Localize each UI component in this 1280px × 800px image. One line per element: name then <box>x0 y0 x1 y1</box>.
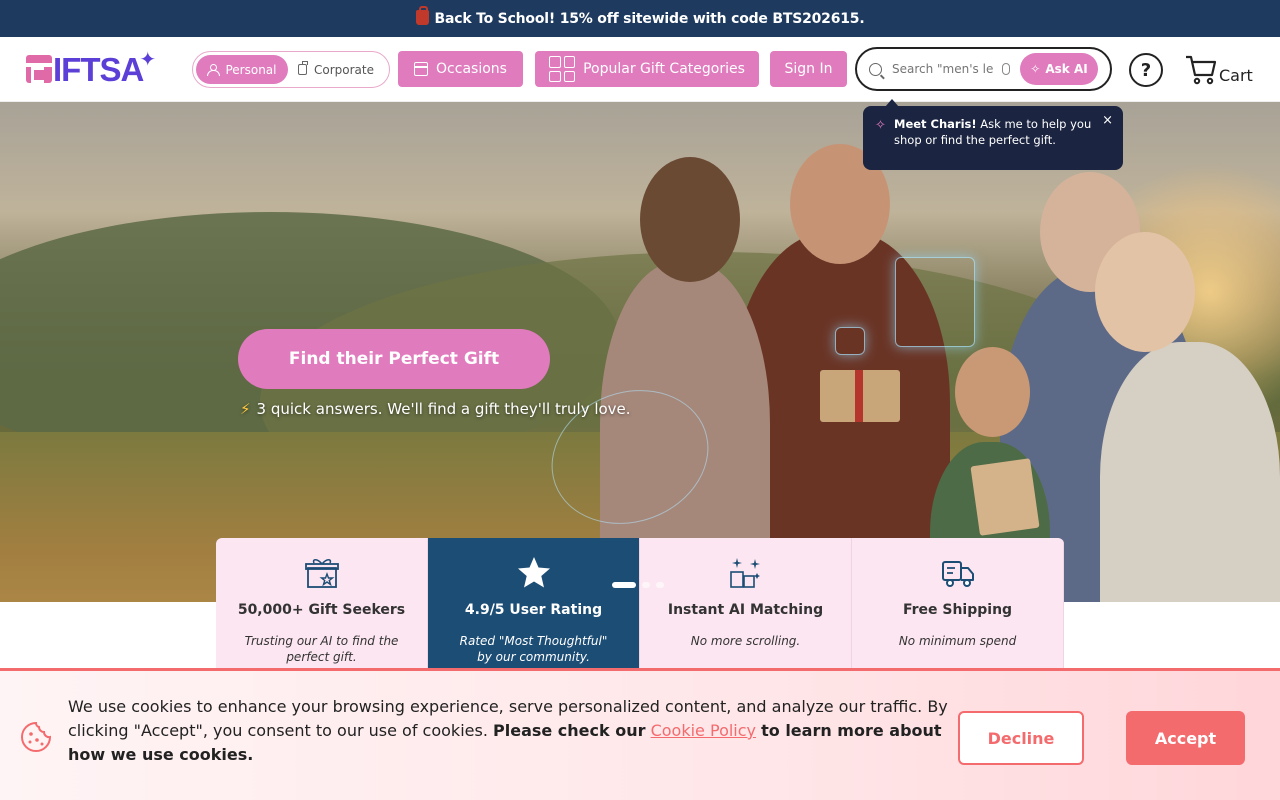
backpack-icon <box>415 6 429 25</box>
grandmother-figure <box>1100 342 1280 602</box>
decline-button[interactable]: Decline <box>958 711 1084 765</box>
microphone-icon[interactable] <box>1002 63 1010 75</box>
help-button[interactable]: ? <box>1129 53 1163 87</box>
cookie-icon <box>21 721 52 752</box>
find-gift-button[interactable]: Find their Perfect Gift <box>238 329 550 389</box>
personal-label: Personal <box>225 62 277 77</box>
tagline-text: 3 quick answers. We'll find a gift they'… <box>256 400 631 418</box>
sign-in-button[interactable]: Sign In <box>770 51 847 87</box>
feature-desc: No minimum spend <box>898 634 1017 648</box>
cookie-bold: Please check our <box>493 721 646 740</box>
promo-banner: Back To School! 15% off sitewide with co… <box>0 0 1280 37</box>
charis-tooltip: ✧ Meet Charis! Ask me to help you shop o… <box>863 99 1123 170</box>
sign-in-label: Sign In <box>784 61 833 77</box>
gift-box-image <box>820 370 900 422</box>
popular-categories-button[interactable]: Popular Gift Categories <box>535 51 759 87</box>
feature-desc: No more scrolling. <box>690 634 801 648</box>
carousel-dot[interactable] <box>656 582 664 588</box>
personal-toggle[interactable]: Personal <box>196 55 288 84</box>
tooltip-title: Meet Charis! <box>894 117 977 131</box>
sparkle-icon: ✧ <box>875 118 886 133</box>
feature-title: Instant AI Matching <box>667 602 824 618</box>
feature-rating: 4.9/5 User Rating Rated "Most Thoughtful… <box>428 538 640 673</box>
hologram-gift-icon <box>895 257 975 347</box>
carousel-dots <box>612 582 664 588</box>
help-icon: ? <box>1140 59 1152 81</box>
feature-title: 4.9/5 User Rating <box>464 602 603 618</box>
cookie-policy-link[interactable]: Cookie Policy <box>651 721 756 740</box>
open-box-image <box>970 458 1040 536</box>
grandmother-head <box>1095 232 1195 352</box>
feature-desc: Trusting our AI to find the perfect gift… <box>244 634 399 664</box>
gift-star-icon <box>304 558 339 588</box>
feature-desc: Rated "Most Thoughtful" by our community… <box>459 634 608 664</box>
sparkle-icon: ✧ <box>1030 62 1041 76</box>
cookie-banner: We use cookies to enhance your browsing … <box>0 668 1280 800</box>
truck-icon <box>941 561 974 587</box>
grid-icon <box>549 56 576 82</box>
briefcase-icon <box>298 61 308 75</box>
feature-title: Free Shipping <box>902 602 1013 618</box>
search-bar: ✧ Ask AI <box>855 47 1112 91</box>
gift-logo-icon <box>26 55 52 83</box>
occasions-label: Occasions <box>436 61 507 77</box>
site-header: IFTSA ✦ Personal Corporate Occasions Pop… <box>0 37 1280 102</box>
corporate-toggle[interactable]: Corporate <box>288 55 384 84</box>
feature-ai-matching: Instant AI Matching No more scrolling. <box>640 538 852 673</box>
woman-head <box>640 157 740 282</box>
audience-toggle: Personal Corporate <box>192 51 390 88</box>
person-icon <box>207 63 221 76</box>
cart-button[interactable]: Cart <box>1185 53 1253 85</box>
boy-head <box>955 347 1030 437</box>
logo[interactable]: IFTSA ✦ <box>26 47 156 88</box>
features-strip: 50,000+ Gift Seekers Trusting our AI to … <box>216 538 1064 673</box>
feature-gift-seekers: 50,000+ Gift Seekers Trusting our AI to … <box>216 538 428 673</box>
sparkle-gifts-icon <box>729 558 760 588</box>
ask-ai-button[interactable]: ✧ Ask AI <box>1020 53 1098 85</box>
feature-title: 50,000+ Gift Seekers <box>237 602 406 618</box>
carousel-dot[interactable] <box>642 582 650 588</box>
search-input[interactable] <box>892 62 994 76</box>
search-icon <box>869 62 882 76</box>
sparkle-logo-icon: ✦ <box>139 47 157 71</box>
corporate-label: Corporate <box>314 62 374 77</box>
hero-banner: Find their Perfect Gift ⚡ 3 quick answer… <box>0 102 1280 602</box>
feature-free-shipping: Free Shipping No minimum spend <box>852 538 1064 673</box>
categories-label: Popular Gift Categories <box>583 61 745 77</box>
hologram-gift-small-icon <box>835 327 865 355</box>
cart-label: Cart <box>1219 66 1253 85</box>
promo-text: Back To School! 15% off sitewide with co… <box>434 10 865 27</box>
accept-button[interactable]: Accept <box>1126 711 1245 765</box>
lightning-icon: ⚡ <box>240 400 251 418</box>
cart-icon <box>1186 55 1217 85</box>
star-icon <box>517 557 550 588</box>
logo-text: IFTSA <box>53 50 144 88</box>
cookie-message: We use cookies to enhance your browsing … <box>68 695 948 767</box>
hero-tagline: ⚡ 3 quick answers. We'll find a gift the… <box>240 400 631 418</box>
occasions-button[interactable]: Occasions <box>398 51 523 87</box>
calendar-icon <box>414 62 429 76</box>
ask-ai-label: Ask AI <box>1045 62 1088 76</box>
carousel-dot-active[interactable] <box>612 582 636 588</box>
close-icon[interactable]: × <box>1102 113 1113 129</box>
